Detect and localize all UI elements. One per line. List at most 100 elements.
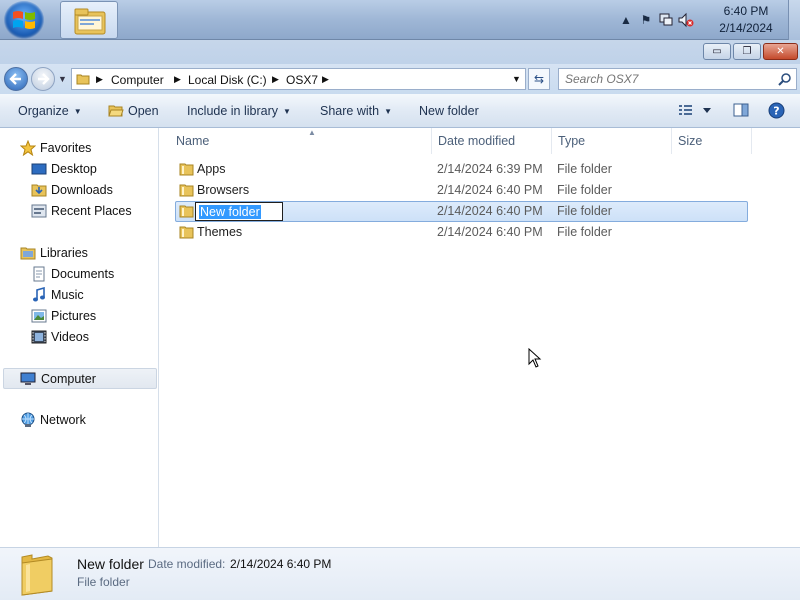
large-folder-icon — [21, 554, 53, 596]
column-header-size[interactable]: Size — [672, 128, 752, 154]
open-button[interactable]: Open — [108, 104, 159, 118]
explorer-folder-icon — [74, 8, 106, 35]
help-button[interactable]: ? — [768, 102, 785, 122]
nav-network[interactable]: Network — [20, 410, 140, 431]
clock-time: 6:40 PM — [723, 4, 769, 18]
svg-text:?: ? — [773, 105, 779, 118]
recent-pages-dropdown[interactable]: ▼ — [58, 74, 67, 84]
show-hidden-icon[interactable]: ▲ — [618, 12, 634, 28]
help-icon: ? — [768, 102, 785, 119]
recent-places-icon — [31, 204, 47, 218]
organize-button[interactable]: Organize ▼ — [18, 104, 82, 118]
column-header-date-modified[interactable]: Date modified — [432, 128, 552, 154]
command-bar: Organize ▼ Open Include in library ▼ Share… — [0, 94, 800, 128]
nav-desktop[interactable]: Desktop — [31, 159, 151, 180]
column-header-type[interactable]: Type — [552, 128, 672, 154]
computer-icon — [20, 372, 36, 385]
volume-muted-icon[interactable] — [678, 12, 694, 28]
table-row[interactable]: Themes 2/14/2024 6:40 PM File folder — [175, 222, 748, 243]
column-label: Date modified — [438, 134, 516, 148]
nav-downloads[interactable]: Downloads — [31, 180, 151, 201]
folder-icon — [179, 184, 194, 197]
forward-arrow-icon — [38, 73, 50, 85]
nav-recent-places[interactable]: Recent Places — [31, 201, 151, 222]
nav-label: Music — [51, 288, 84, 302]
details-date-label: Date modified: — [148, 557, 226, 571]
nav-label: Recent Places — [51, 204, 132, 218]
share-with-button[interactable]: Share with ▼ — [320, 104, 392, 118]
network-icon[interactable] — [658, 12, 674, 28]
table-row[interactable]: Apps 2/14/2024 6:39 PM File folder — [175, 159, 748, 180]
show-desktop-button[interactable] — [788, 0, 800, 40]
file-date: 2/14/2024 6:40 PM — [437, 183, 543, 197]
file-date: 2/14/2024 6:40 PM — [437, 225, 543, 239]
breadcrumb-computer[interactable]: Computer — [111, 73, 164, 87]
search-icon[interactable] — [778, 72, 792, 86]
breadcrumb-local-disk[interactable]: Local Disk (C:) — [188, 73, 267, 87]
nav-label: Pictures — [51, 309, 97, 323]
nav-favorites[interactable]: Favorites — [20, 138, 140, 159]
details-date-value: 2/14/2024 6:40 PM — [230, 557, 332, 571]
breadcrumb-separator[interactable]: ▶ — [174, 74, 181, 85]
breadcrumb-separator[interactable]: ▶ — [322, 74, 329, 85]
music-icon — [33, 287, 45, 302]
column-header-name[interactable]: Name ▲ — [170, 128, 432, 154]
nav-videos[interactable]: Videos — [31, 327, 151, 348]
nav-computer[interactable]: Computer — [3, 368, 157, 389]
include-in-library-button[interactable]: Include in library ▼ — [187, 104, 291, 118]
start-button[interactable] — [4, 1, 44, 39]
back-arrow-icon — [9, 73, 21, 85]
windows-logo-icon — [13, 11, 35, 29]
nav-label: Documents — [51, 267, 115, 281]
search-box[interactable] — [558, 68, 797, 90]
breadcrumb-separator[interactable]: ▶ — [272, 74, 279, 85]
refresh-button[interactable]: ⇆ — [528, 68, 550, 90]
file-type: File folder — [557, 225, 612, 239]
breadcrumb-separator[interactable]: ▶ — [96, 74, 103, 85]
change-view-button[interactable] — [678, 102, 712, 121]
open-label: Open — [128, 104, 159, 118]
forward-button[interactable] — [31, 67, 55, 91]
chevron-down-icon: ▼ — [283, 107, 291, 116]
organize-label: Organize — [18, 104, 69, 118]
nav-documents[interactable]: Documents — [31, 264, 151, 285]
minimize-button[interactable]: ▭ — [703, 43, 731, 60]
nav-pictures[interactable]: Pictures — [31, 306, 151, 327]
folder-icon — [76, 74, 90, 85]
maximize-button[interactable]: ❐ — [733, 43, 761, 60]
taskbar-explorer-button[interactable] — [60, 1, 118, 39]
file-type: File folder — [557, 162, 612, 176]
action-center-flag-icon[interactable]: ⚑ — [638, 12, 654, 28]
table-row[interactable]: Browsers 2/14/2024 6:40 PM File folder — [175, 180, 748, 201]
breadcrumb-osx7[interactable]: OSX7 — [286, 73, 318, 87]
file-name: Themes — [197, 225, 243, 239]
nav-libraries[interactable]: Libraries — [20, 243, 140, 264]
close-button[interactable]: ✕ — [763, 43, 798, 60]
file-type: File folder — [557, 204, 612, 218]
rename-input[interactable]: New folder — [195, 202, 283, 221]
nav-music[interactable]: Music — [31, 285, 151, 306]
address-bar-row: ▼ ▶ Computer ▶ Local Disk (C:) ▶ OSX7 ▶ … — [0, 64, 800, 94]
preview-pane-button[interactable] — [733, 102, 749, 121]
column-label: Size — [678, 134, 703, 148]
window-titlebar[interactable]: ▭ ❐ ✕ — [0, 40, 800, 64]
details-item-name: New folder — [77, 556, 144, 572]
search-input[interactable] — [559, 69, 769, 89]
address-box[interactable]: ▶ Computer ▶ Local Disk (C:) ▶ OSX7 ▶ ▼ — [71, 68, 526, 90]
taskbar-clock[interactable]: 6:40 PM 2/14/2024 — [716, 3, 776, 37]
details-pane: New folder Date modified: 2/14/2024 6:40… — [0, 547, 800, 600]
back-button[interactable] — [4, 67, 28, 91]
share-with-label: Share with — [320, 104, 380, 118]
folder-icon — [179, 205, 194, 218]
file-name: Browsers — [197, 183, 250, 197]
chevron-down-icon: ▼ — [384, 107, 392, 116]
desktop-icon — [31, 163, 47, 175]
table-row-selected[interactable]: New folder 2/14/2024 6:40 PM File folder — [175, 201, 748, 222]
address-history-dropdown[interactable]: ▼ — [512, 74, 521, 84]
details-item-type: File folder — [77, 575, 130, 589]
new-folder-button[interactable]: New folder — [419, 104, 479, 118]
chevron-down-icon: ▼ — [73, 107, 82, 116]
nav-label: Desktop — [51, 162, 97, 176]
file-name: Apps — [197, 162, 226, 176]
file-date: 2/14/2024 6:39 PM — [437, 162, 543, 176]
